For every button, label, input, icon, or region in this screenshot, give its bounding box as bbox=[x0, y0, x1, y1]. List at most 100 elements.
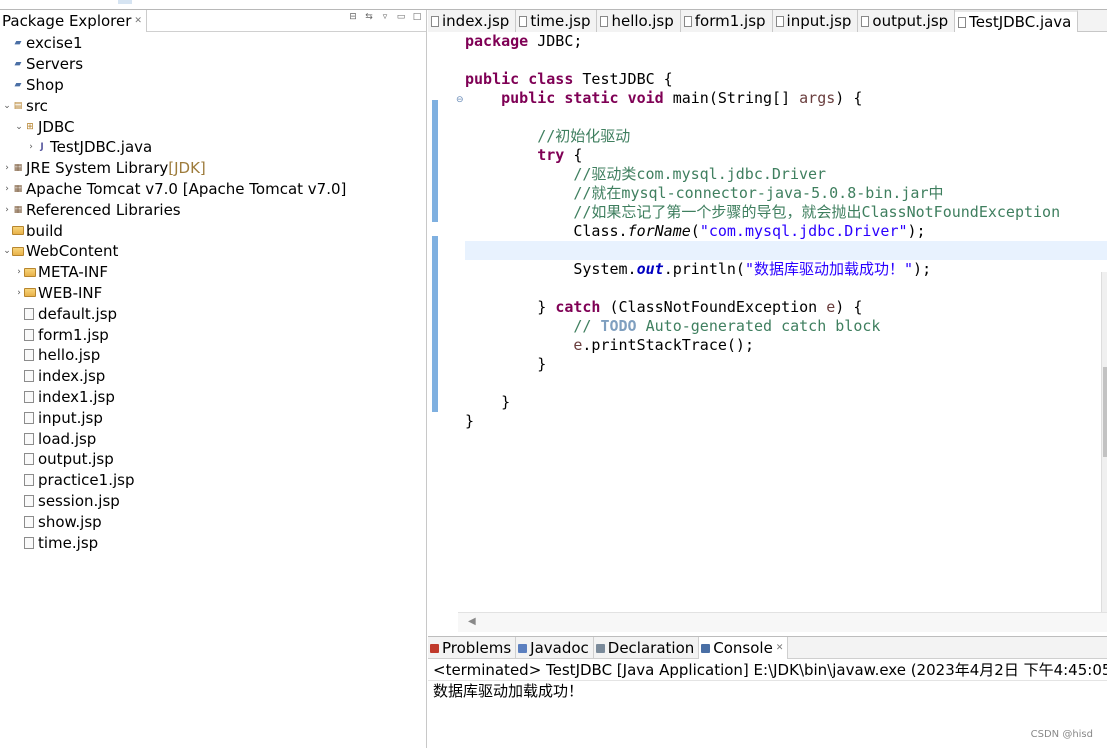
collapsed-chevron-icon[interactable]: › bbox=[2, 205, 12, 215]
scrollbar-thumb[interactable] bbox=[1103, 367, 1107, 457]
expanded-chevron-icon[interactable]: ⌄ bbox=[2, 101, 12, 111]
tree-item[interactable]: ⌄ ▤ src bbox=[0, 95, 426, 116]
code-line[interactable]: ​ bbox=[465, 108, 1107, 127]
code-line[interactable]: ​ bbox=[465, 279, 1107, 298]
fold-toggle-icon[interactable]: ⊖ bbox=[456, 95, 464, 105]
code-token: ); bbox=[907, 222, 926, 240]
collapsed-chevron-icon[interactable]: › bbox=[2, 184, 12, 194]
scroll-left-icon[interactable]: ◀ bbox=[468, 616, 476, 627]
toolbar-mark bbox=[118, 0, 132, 4]
folder-icon bbox=[24, 267, 36, 277]
editor-tab[interactable]: output.jsp bbox=[858, 10, 956, 32]
expanded-chevron-icon[interactable]: ⌄ bbox=[14, 122, 24, 132]
collapsed-chevron-icon[interactable]: › bbox=[14, 288, 24, 298]
tree-item[interactable]: index.jsp bbox=[0, 366, 426, 387]
collapsed-chevron-icon[interactable]: › bbox=[2, 163, 12, 173]
tree-item[interactable]: index1.jsp bbox=[0, 387, 426, 408]
tree-item[interactable]: default.jsp bbox=[0, 303, 426, 324]
project-icon: ▰ bbox=[14, 59, 22, 70]
code-line[interactable]: } catch (ClassNotFoundException e) { bbox=[465, 298, 1107, 317]
collapse-all-icon[interactable]: ⊟ bbox=[348, 12, 358, 22]
package-explorer-tab[interactable]: Package Explorer ✕ bbox=[0, 10, 147, 32]
expanded-chevron-icon[interactable]: ⌄ bbox=[2, 246, 12, 256]
horizontal-scrollbar[interactable]: ◀ bbox=[458, 612, 1107, 632]
code-line[interactable]: try { bbox=[465, 146, 1107, 165]
tree-item[interactable]: input.jsp bbox=[0, 407, 426, 428]
code-line[interactable]: //如果忘记了第一个步骤的导包，就会抛出ClassNotFoundExcepti… bbox=[465, 203, 1107, 222]
tree-item[interactable]: ▰ Shop bbox=[0, 75, 426, 96]
code-line[interactable]: } bbox=[465, 355, 1107, 374]
console-tab-bar: Problems Javadoc Declaration Console ✕ bbox=[428, 637, 1107, 659]
code-token: } bbox=[465, 412, 475, 430]
tree-item[interactable]: ▰ excise1 bbox=[0, 33, 426, 54]
code-line[interactable]: //驱动类com.mysql.jdbc.Driver bbox=[465, 165, 1107, 184]
close-icon[interactable]: ✕ bbox=[776, 643, 784, 653]
editor-tab[interactable]: index.jsp bbox=[428, 10, 517, 32]
code-line[interactable]: public class TestJDBC { bbox=[465, 70, 1107, 89]
code-token: TestJDBC { bbox=[573, 70, 673, 88]
tree-item[interactable]: ⌄ ⊞ JDBC bbox=[0, 116, 426, 137]
tree-item-label: time.jsp bbox=[38, 533, 99, 552]
view-tab[interactable]: Declaration bbox=[594, 637, 700, 659]
code-line[interactable]: //就在mysql-connector-java-5.0.8-bin.jar中 bbox=[465, 184, 1107, 203]
tree-item[interactable]: › ▦ Referenced Libraries bbox=[0, 199, 426, 220]
folder-icon bbox=[24, 288, 36, 298]
code-line[interactable]: ​ bbox=[465, 51, 1107, 70]
view-tab-label: Javadoc bbox=[530, 639, 589, 657]
tree-item[interactable]: › ▦ JRE System Library [JDK] bbox=[0, 158, 426, 179]
editor-tab[interactable]: input.jsp bbox=[772, 10, 859, 32]
view-tab[interactable]: Problems bbox=[428, 637, 517, 659]
code-line[interactable]: } bbox=[465, 412, 1107, 431]
tree-item[interactable]: load.jsp bbox=[0, 428, 426, 449]
tree-item[interactable]: show.jsp bbox=[0, 511, 426, 532]
code-line[interactable]: } bbox=[465, 393, 1107, 412]
collapsed-chevron-icon[interactable]: › bbox=[14, 267, 24, 277]
tree-item[interactable]: build bbox=[0, 220, 426, 241]
code-area[interactable]: package JDBC;​public class TestJDBC { pu… bbox=[465, 32, 1107, 612]
code-line[interactable]: //初始化驱动 bbox=[465, 127, 1107, 146]
editor-tab-label: index.jsp bbox=[442, 12, 510, 30]
console-status: <terminated> TestJDBC [Java Application]… bbox=[428, 659, 1107, 681]
code-line[interactable]: package JDBC; bbox=[465, 32, 1107, 51]
tree-item[interactable]: › J TestJDBC.java bbox=[0, 137, 426, 158]
tree-item[interactable]: hello.jsp bbox=[0, 345, 426, 366]
tree-item[interactable]: session.jsp bbox=[0, 491, 426, 512]
close-icon[interactable]: ✕ bbox=[134, 16, 142, 26]
tree-item[interactable]: form1.jsp bbox=[0, 324, 426, 345]
link-with-editor-icon[interactable]: ⇆ bbox=[364, 12, 374, 22]
editor-tab[interactable]: form1.jsp bbox=[680, 10, 773, 32]
code-token: Class. bbox=[465, 222, 628, 240]
collapsed-chevron-icon[interactable]: › bbox=[26, 142, 36, 152]
code-line[interactable]: ​ bbox=[465, 374, 1107, 393]
view-menu-icon[interactable]: ▿ bbox=[380, 12, 390, 22]
tree-item[interactable]: › WEB-INF bbox=[0, 283, 426, 304]
file-icon bbox=[519, 15, 528, 27]
editor-tab[interactable]: hello.jsp bbox=[597, 10, 681, 32]
code-line[interactable]: // TODO Auto-generated catch block bbox=[465, 317, 1107, 336]
tree-item-decoration: [JDK] bbox=[168, 159, 206, 178]
code-line[interactable]: System.out.println("数据库驱动加载成功！"); bbox=[465, 260, 1107, 279]
vertical-scrollbar[interactable] bbox=[1101, 272, 1107, 612]
console-panel: Problems Javadoc Declaration Console ✕ <term… bbox=[428, 636, 1107, 748]
tree-item[interactable]: ⌄ WebContent bbox=[0, 241, 426, 262]
tree-item-label: hello.jsp bbox=[38, 346, 101, 365]
code-line[interactable]: public static void main(String[] args) { bbox=[465, 89, 1107, 108]
editor-tab[interactable]: time.jsp bbox=[516, 10, 598, 32]
tree-item[interactable]: time.jsp bbox=[0, 532, 426, 553]
tree-item[interactable]: output.jsp bbox=[0, 449, 426, 470]
view-tab[interactable]: Javadoc bbox=[516, 637, 594, 659]
code-line[interactable]: ​ bbox=[465, 241, 1107, 260]
editor-tab[interactable]: TestJDBC.java bbox=[955, 10, 1079, 32]
code-line[interactable]: Class.forName("com.mysql.jdbc.Driver"); bbox=[465, 222, 1107, 241]
tree-item[interactable]: › META-INF bbox=[0, 262, 426, 283]
tree-item[interactable]: › ▦ Apache Tomcat v7.0 [Apache Tomcat v7.0… bbox=[0, 179, 426, 200]
window-top-edge bbox=[0, 0, 1107, 10]
view-tab[interactable]: Console ✕ bbox=[699, 637, 789, 659]
code-line[interactable]: e.printStackTrace(); bbox=[465, 336, 1107, 355]
maximize-icon[interactable]: □ bbox=[412, 12, 422, 22]
tree-item[interactable]: ▰ Servers bbox=[0, 54, 426, 75]
minimize-icon[interactable]: ▭ bbox=[396, 12, 406, 22]
tree-item[interactable]: practice1.jsp bbox=[0, 470, 426, 491]
